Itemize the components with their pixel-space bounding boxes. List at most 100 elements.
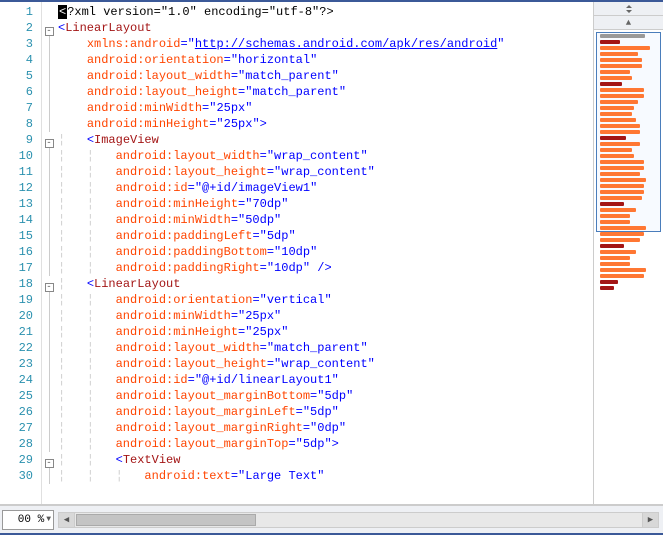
fold-row[interactable]: -	[42, 276, 56, 292]
line-number[interactable]: 24	[0, 372, 41, 388]
code-line[interactable]: xmlns:android="http://schemas.android.co…	[58, 36, 593, 52]
line-number[interactable]: 17	[0, 260, 41, 276]
code-line[interactable]: android:orientation="horizontal"	[58, 52, 593, 68]
line-number[interactable]: 20	[0, 308, 41, 324]
code-line[interactable]: ¦ ¦ android:layout_marginLeft="5dp"	[58, 404, 593, 420]
fold-row[interactable]	[42, 356, 56, 372]
line-number[interactable]: 23	[0, 356, 41, 372]
fold-row[interactable]: -	[42, 132, 56, 148]
line-number[interactable]: 28	[0, 436, 41, 452]
line-number[interactable]: 21	[0, 324, 41, 340]
code-line[interactable]: ¦ ¦ android:id="@+id/imageView1"	[58, 180, 593, 196]
fold-row[interactable]	[42, 228, 56, 244]
fold-column[interactable]: - - - -	[42, 2, 56, 504]
code-line[interactable]: ¦ ¦ android:minWidth="50dp"	[58, 212, 593, 228]
line-number[interactable]: 15	[0, 228, 41, 244]
line-number[interactable]: 12	[0, 180, 41, 196]
fold-toggle-icon[interactable]: -	[45, 283, 54, 292]
fold-row[interactable]	[42, 340, 56, 356]
fold-row[interactable]	[42, 52, 56, 68]
line-number[interactable]: 22	[0, 340, 41, 356]
scroll-left-icon[interactable]: ◀	[59, 513, 75, 527]
code-line[interactable]: ¦ ¦ android:paddingBottom="10dp"	[58, 244, 593, 260]
zoom-level-dropdown[interactable]: 00 % ▼	[2, 510, 54, 530]
code-line[interactable]: ¦ ¦ android:layout_height="wrap_content"	[58, 356, 593, 372]
code-line[interactable]: <LinearLayout	[58, 20, 593, 36]
split-handle-icon[interactable]	[594, 2, 663, 16]
fold-row[interactable]	[42, 260, 56, 276]
line-number[interactable]: 3	[0, 36, 41, 52]
fold-row[interactable]	[42, 196, 56, 212]
fold-row[interactable]	[42, 164, 56, 180]
fold-toggle-icon[interactable]: -	[45, 459, 54, 468]
line-number-gutter[interactable]: 1234567891011121314151617181920212223242…	[0, 2, 42, 504]
code-line[interactable]: ¦ ¦ ¦ android:text="Large Text"	[58, 468, 593, 484]
code-line[interactable]: ¦ ¦ android:layout_marginRight="0dp"	[58, 420, 593, 436]
line-number[interactable]: 13	[0, 196, 41, 212]
fold-row[interactable]	[42, 244, 56, 260]
code-line[interactable]: android:minHeight="25px">	[58, 116, 593, 132]
code-line[interactable]: ¦ ¦ android:layout_marginTop="5dp">	[58, 436, 593, 452]
scroll-right-icon[interactable]: ▶	[642, 513, 658, 527]
scroll-up-icon[interactable]: ▲	[594, 16, 663, 30]
fold-row[interactable]	[42, 420, 56, 436]
scrollbar-thumb[interactable]	[76, 514, 256, 526]
line-number[interactable]: 30	[0, 468, 41, 484]
fold-row[interactable]	[42, 372, 56, 388]
code-line[interactable]: android:layout_width="match_parent"	[58, 68, 593, 84]
code-line[interactable]: ¦ ¦ android:layout_width="match_parent"	[58, 340, 593, 356]
code-line[interactable]: ¦ ¦ android:paddingRight="10dp" />	[58, 260, 593, 276]
fold-row[interactable]: -	[42, 20, 56, 36]
code-line[interactable]: ¦ ¦ android:minHeight="25px"	[58, 324, 593, 340]
fold-row[interactable]	[42, 212, 56, 228]
line-number[interactable]: 8	[0, 116, 41, 132]
fold-row[interactable]	[42, 404, 56, 420]
line-number[interactable]: 27	[0, 420, 41, 436]
code-line[interactable]: <?xml version="1.0" encoding="utf-8"?>	[58, 4, 593, 20]
fold-row[interactable]	[42, 68, 56, 84]
fold-row[interactable]	[42, 436, 56, 452]
fold-row[interactable]	[42, 324, 56, 340]
fold-row[interactable]	[42, 36, 56, 52]
fold-row[interactable]	[42, 292, 56, 308]
line-number[interactable]: 11	[0, 164, 41, 180]
line-number[interactable]: 10	[0, 148, 41, 164]
code-line[interactable]: ¦ ¦ android:paddingLeft="5dp"	[58, 228, 593, 244]
fold-row[interactable]	[42, 84, 56, 100]
code-line[interactable]: ¦ ¦ <TextView	[58, 452, 593, 468]
code-text-area[interactable]: <?xml version="1.0" encoding="utf-8"?><L…	[56, 2, 593, 504]
line-number[interactable]: 1	[0, 4, 41, 20]
line-number[interactable]: 9	[0, 132, 41, 148]
fold-row[interactable]: -	[42, 452, 56, 468]
line-number[interactable]: 4	[0, 52, 41, 68]
code-line[interactable]: ¦ <ImageView	[58, 132, 593, 148]
fold-row[interactable]	[42, 4, 56, 20]
code-line[interactable]: ¦ ¦ android:minWidth="25px"	[58, 308, 593, 324]
line-number[interactable]: 26	[0, 404, 41, 420]
horizontal-scrollbar[interactable]: ◀ ▶	[58, 512, 659, 528]
code-line[interactable]: ¦ ¦ android:orientation="vertical"	[58, 292, 593, 308]
line-number[interactable]: 14	[0, 212, 41, 228]
fold-toggle-icon[interactable]: -	[45, 27, 54, 36]
code-line[interactable]: ¦ <LinearLayout	[58, 276, 593, 292]
line-number[interactable]: 7	[0, 100, 41, 116]
line-number[interactable]: 29	[0, 452, 41, 468]
code-line[interactable]: android:minWidth="25px"	[58, 100, 593, 116]
fold-row[interactable]	[42, 100, 56, 116]
line-number[interactable]: 16	[0, 244, 41, 260]
minimap[interactable]: ▲	[593, 2, 663, 504]
fold-toggle-icon[interactable]: -	[45, 139, 54, 148]
code-line[interactable]: android:layout_height="match_parent"	[58, 84, 593, 100]
code-line[interactable]: ¦ ¦ android:id="@+id/linearLayout1"	[58, 372, 593, 388]
fold-row[interactable]	[42, 308, 56, 324]
line-number[interactable]: 5	[0, 68, 41, 84]
line-number[interactable]: 6	[0, 84, 41, 100]
line-number[interactable]: 19	[0, 292, 41, 308]
fold-row[interactable]	[42, 180, 56, 196]
line-number[interactable]: 18	[0, 276, 41, 292]
code-line[interactable]: ¦ ¦ android:layout_width="wrap_content"	[58, 148, 593, 164]
line-number[interactable]: 2	[0, 20, 41, 36]
line-number[interactable]: 25	[0, 388, 41, 404]
fold-row[interactable]	[42, 468, 56, 484]
code-line[interactable]: ¦ ¦ android:layout_marginBottom="5dp"	[58, 388, 593, 404]
